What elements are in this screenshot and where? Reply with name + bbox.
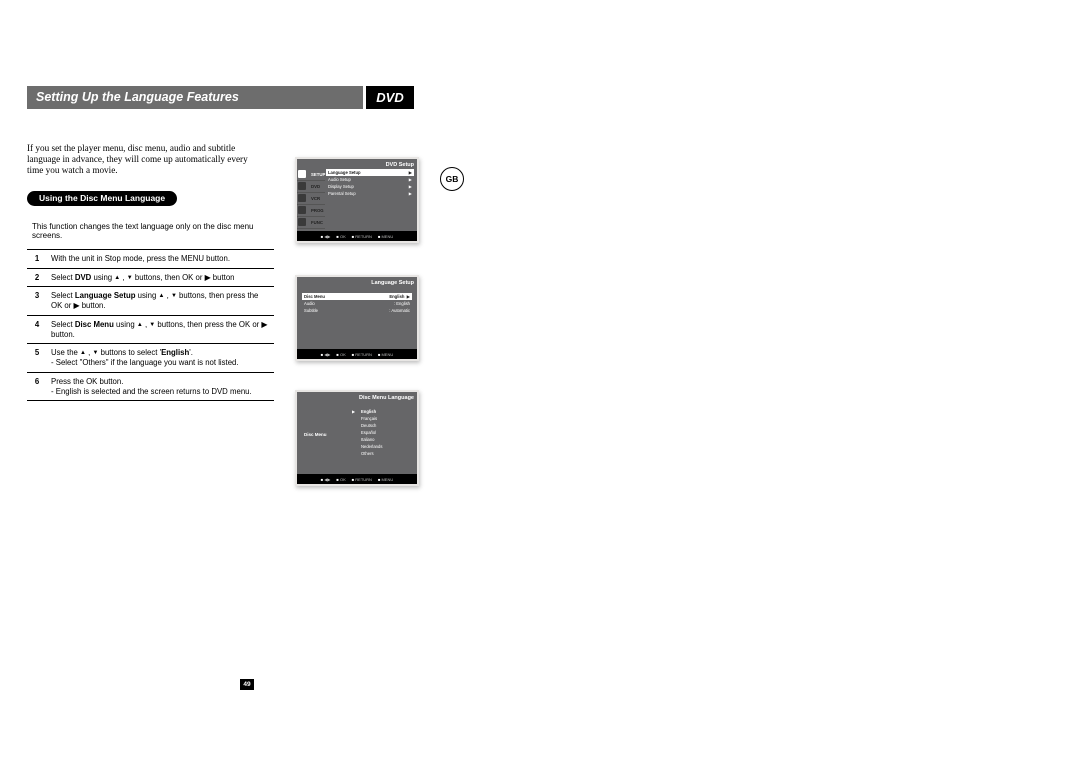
osd-language-option[interactable]: Italiano [352,436,409,443]
osd-language-option[interactable]: Nederlands [352,443,409,450]
triangle-up-icon: ▲ [114,275,120,281]
osd-hint: ■ MENU [378,234,393,239]
step-row: 6Press the OK button.- English is select… [27,372,274,400]
osd-tab[interactable]: VCR [297,193,325,205]
step-text: Select DVD using ▲ , ▼ buttons, then OK … [47,268,274,287]
tab-icon [298,182,306,190]
check-icon [352,436,358,443]
triangle-up-icon: ▲ [158,293,164,299]
step-text: With the unit in Stop mode, press the ME… [47,250,274,269]
triangle-down-icon: ▼ [127,275,133,281]
step-text: Use the ▲ , ▼ buttons to select 'English… [47,344,274,372]
osd-hint: ■ RETURN [352,477,372,482]
section-subheading: Using the Disc Menu Language [27,191,177,206]
steps-table: 1With the unit in Stop mode, press the M… [27,249,274,401]
triangle-up-icon: ▲ [80,350,86,356]
tab-icon [298,218,306,226]
osd-title: Disc Menu Language [359,395,414,401]
osd-left-label: Disc Menu [304,432,327,437]
osd-title: Language Setup [371,280,414,286]
step-row: 1With the unit in Stop mode, press the M… [27,250,274,269]
step-number: 3 [27,287,47,315]
osd-hint: ■ RETURN [352,234,372,239]
osd-bottom-bar: ■ ◀▶ ■ OK ■ RETURN ■ MENU [297,349,417,359]
step-number: 6 [27,372,47,400]
region-gb-badge: GB [440,167,464,191]
step-number: 5 [27,344,47,372]
osd-bottom-bar: ■ ◀▶ ■ OK ■ RETURN ■ MENU [297,474,417,484]
triangle-up-icon: ▲ [137,322,143,328]
osd-menu-item[interactable]: Audio: English [302,300,412,307]
osd-language-option[interactable]: Español [352,429,409,436]
osd-language-option[interactable]: Français [352,415,409,422]
page-number: 49 [240,679,254,690]
osd-language-option[interactable]: Deutsch [352,422,409,429]
osd-menu-item[interactable]: Subtitle: Automatic [302,307,412,314]
header-spacer [414,86,459,109]
step-row: 3Select Language Setup using ▲ , ▼ butto… [27,287,274,315]
osd-hint: ■ OK [336,477,345,482]
osd-hint: ■ MENU [378,477,393,482]
osd-hint: ■ MENU [378,352,393,357]
check-icon: ▶ [352,408,358,415]
osd-bottom-bar: ■ ◀▶ ■ OK ■ RETURN ■ MENU [297,231,417,241]
osd-language-option[interactable]: ▶English [352,408,409,415]
check-icon [352,443,358,450]
step-row: 5Use the ▲ , ▼ buttons to select 'Englis… [27,344,274,372]
check-icon [352,415,358,422]
osd-menu-item[interactable]: Language Setup▶ [326,169,414,176]
page-title: Setting Up the Language Features [27,86,363,109]
osd-title: DVD Setup [386,162,414,168]
osd-menu-item[interactable]: Disc MenuEnglish ▶ [302,293,412,300]
osd-hint: ■ OK [336,234,345,239]
osd-hint: ■ ◀▶ [321,477,331,482]
osd-language-setup: Language Setup Disc MenuEnglish ▶Audio: … [295,275,419,361]
check-icon [352,422,358,429]
osd-hint: ■ OK [336,352,345,357]
section-description: This function changes the text language … [32,222,267,240]
osd-tab[interactable]: SETUP [297,169,325,181]
tab-icon [298,206,306,214]
step-text: Select Language Setup using ▲ , ▼ button… [47,287,274,315]
triangle-down-icon: ▼ [171,293,177,299]
step-row: 2Select DVD using ▲ , ▼ buttons, then OK… [27,268,274,287]
step-number: 1 [27,250,47,269]
osd-disc-menu-language: Disc Menu Language Disc Menu ▶EnglishFra… [295,390,419,486]
check-icon [352,450,358,457]
osd-language-option[interactable]: Others [352,450,409,457]
osd-tab[interactable]: FUNC [297,217,325,229]
intro-paragraph: If you set the player menu, disc menu, a… [27,143,264,176]
osd-menu-item[interactable]: Parental Setup▶ [326,190,414,197]
page-header: Setting Up the Language Features DVD [27,86,459,109]
step-text: Select Disc Menu using ▲ , ▼ buttons, th… [47,315,274,343]
step-number: 2 [27,268,47,287]
triangle-down-icon: ▼ [149,322,155,328]
osd-tab[interactable]: PROG [297,205,325,217]
tab-icon [298,170,306,178]
osd-hint: ■ ◀▶ [321,234,331,239]
osd-menu-item[interactable]: Display Setup▶ [326,183,414,190]
osd-hint: ■ RETURN [352,352,372,357]
tab-icon [298,194,306,202]
step-number: 4 [27,315,47,343]
check-icon [352,429,358,436]
dvd-badge: DVD [366,86,414,109]
step-text: Press the OK button.- English is selecte… [47,372,274,400]
triangle-down-icon: ▼ [93,350,99,356]
step-row: 4Select Disc Menu using ▲ , ▼ buttons, t… [27,315,274,343]
osd-dvd-setup: DVD Setup SETUPDVDVCRPROGFUNC Language S… [295,157,419,243]
osd-menu-item[interactable]: Audio Setup▶ [326,176,414,183]
osd-tab[interactable]: DVD [297,181,325,193]
osd-hint: ■ ◀▶ [321,352,331,357]
